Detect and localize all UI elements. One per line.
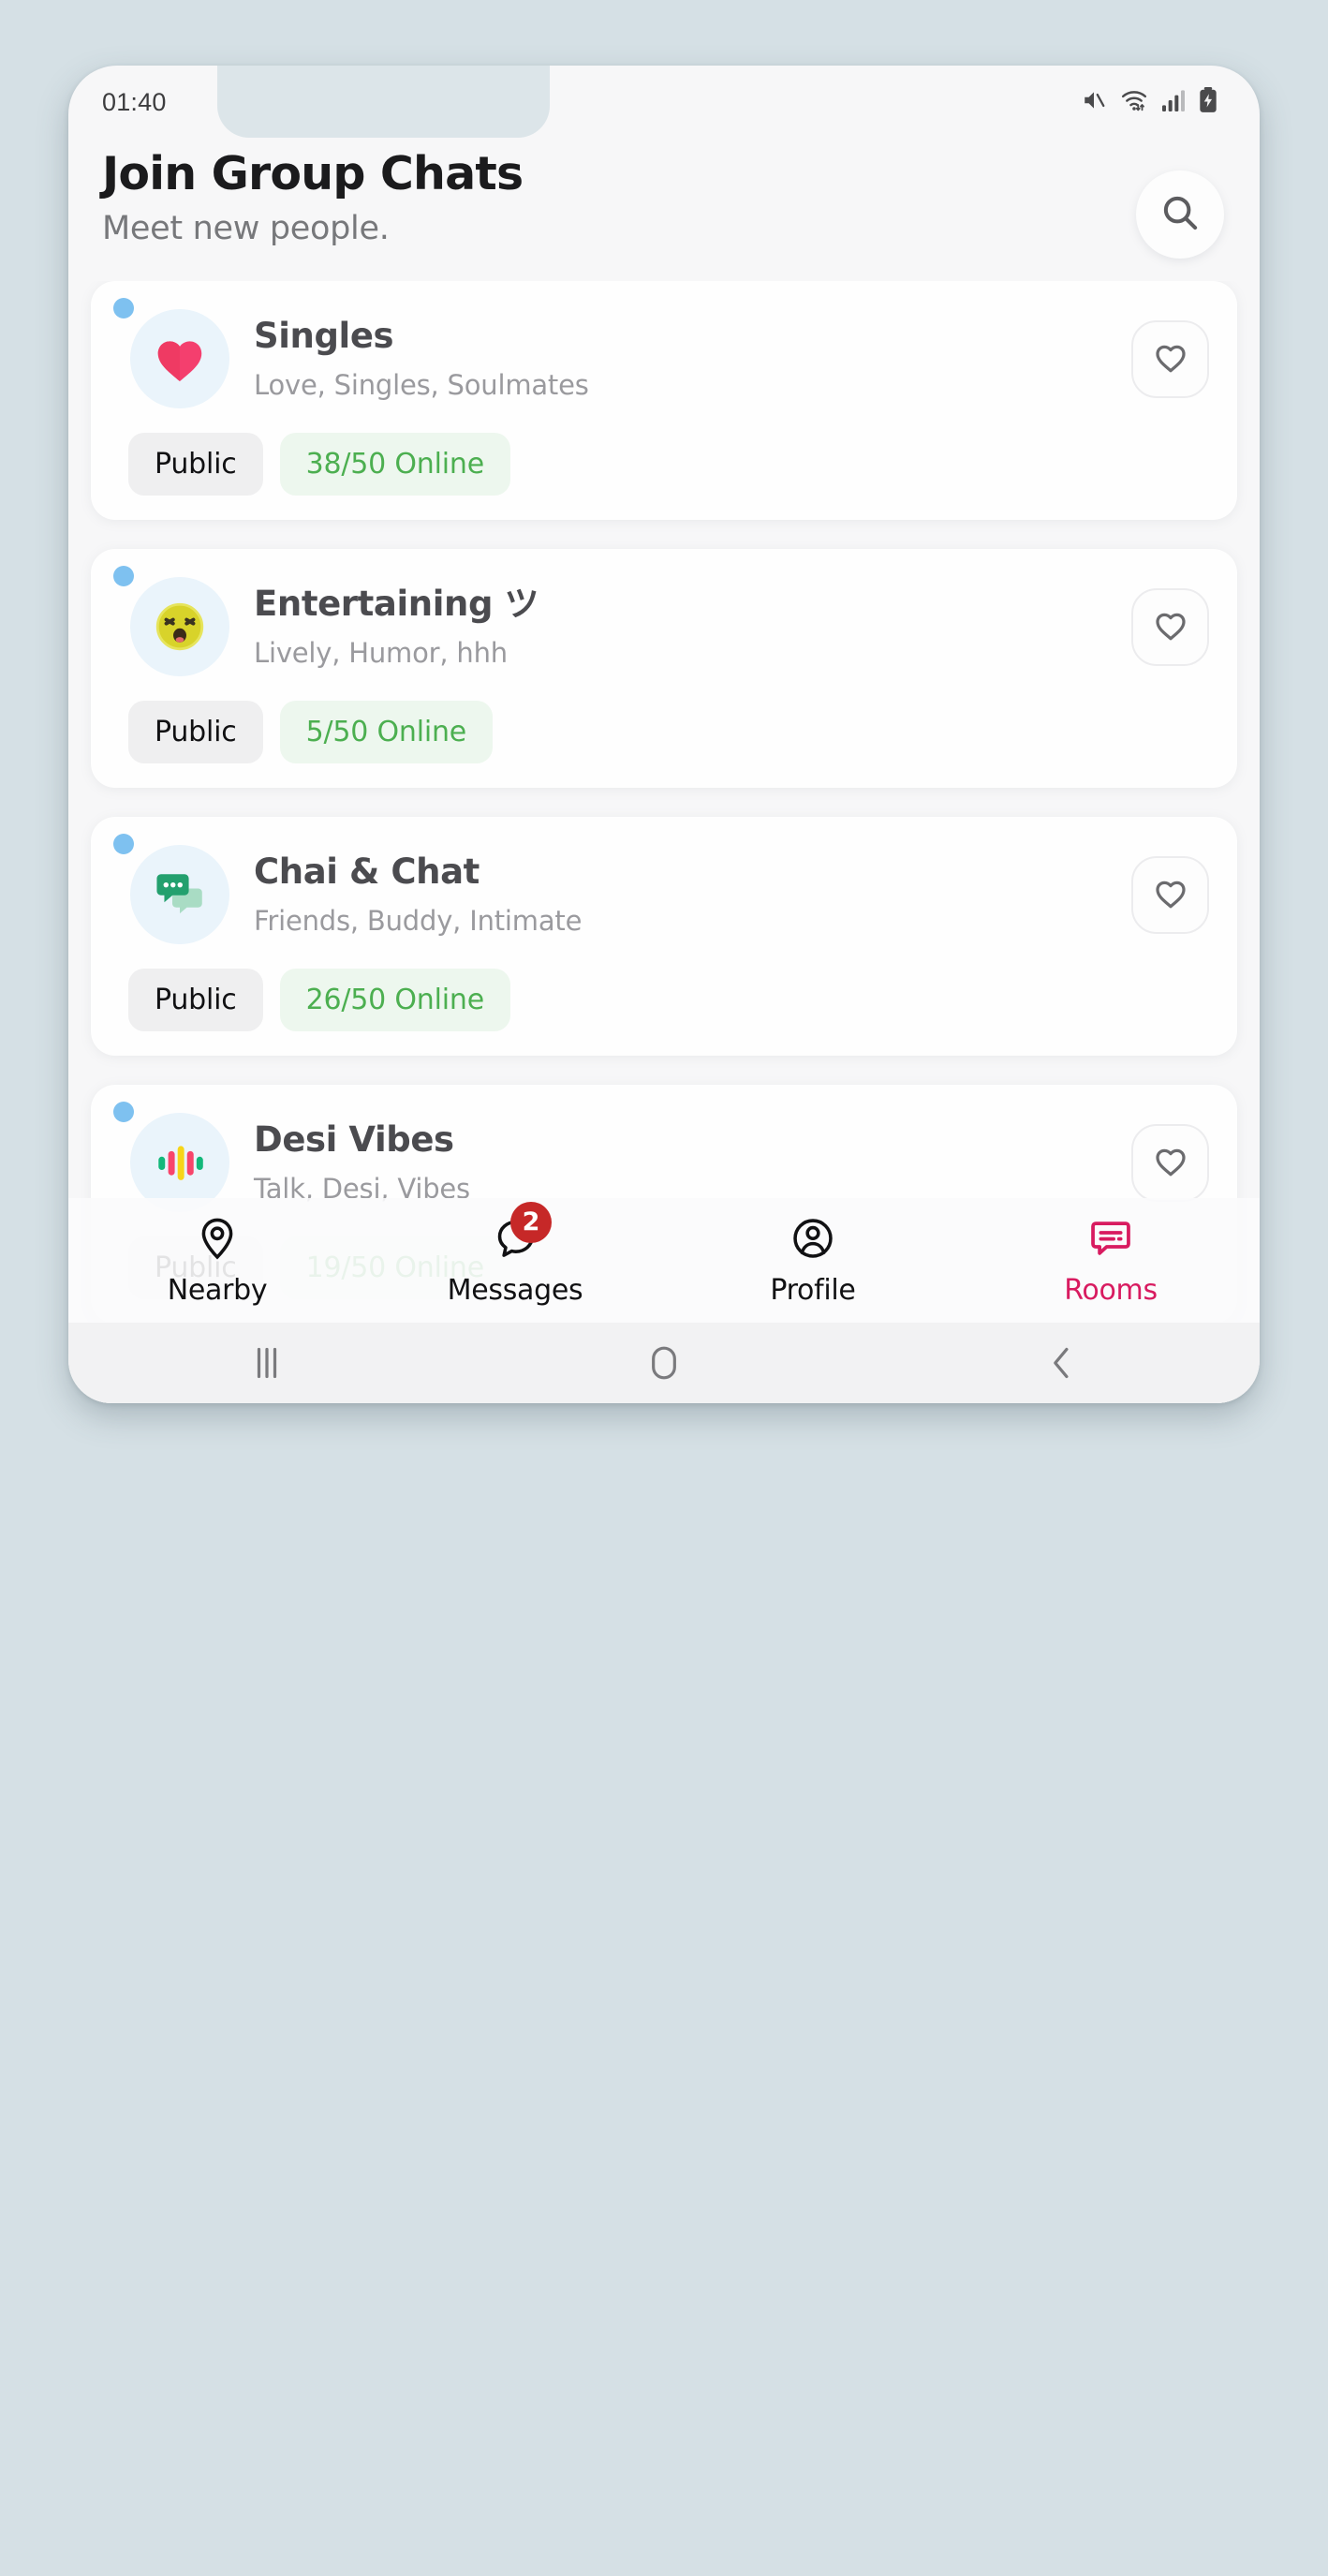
back-button[interactable]: [863, 1345, 1260, 1381]
privacy-chip: Public: [128, 969, 263, 1031]
online-dot: [113, 298, 134, 318]
favorite-button[interactable]: [1131, 319, 1209, 398]
recents-icon: [251, 1345, 283, 1381]
online-count-chip: 5/50 Online: [279, 701, 494, 763]
heart-outline-icon: [1151, 605, 1190, 648]
room-title: Desi Vibes: [254, 1118, 454, 1160]
page-subtitle: Meet new people.: [102, 209, 390, 247]
heart-emoji: [151, 330, 209, 388]
online-dot: [113, 566, 134, 586]
page-header: Join Group Chats Meet new people.: [68, 124, 1260, 274]
messages-badge: 2: [510, 1201, 552, 1243]
phone-screen: 01:40 Join Group Chats Meet new people. …: [68, 66, 1260, 1403]
mute-icon: [1080, 88, 1108, 112]
room-avatar: [130, 845, 229, 944]
room-tags: Love, Singles, Soulmates: [254, 369, 589, 402]
search-icon: [1158, 191, 1202, 238]
back-icon: [1046, 1345, 1076, 1381]
privacy-chip: Public: [128, 701, 263, 763]
home-icon: [648, 1344, 680, 1382]
room-info: Desi Vibes Talk, Desi, Vibes: [229, 1118, 1131, 1205]
heart-outline-icon: [1151, 337, 1190, 380]
room-card-top: Chai & Chat Friends, Buddy, Intimate: [115, 845, 1213, 944]
chat-bubble-icon: 2: [492, 1201, 552, 1264]
room-avatar: [130, 309, 229, 408]
battery-charging-icon: [1198, 87, 1218, 113]
favorite-button[interactable]: [1131, 587, 1209, 666]
location-pin-icon: [194, 1215, 241, 1264]
room-card-top: Singles Love, Singles, Soulmates: [115, 309, 1213, 408]
nav-label: Messages: [447, 1273, 583, 1307]
recents-button[interactable]: [68, 1345, 465, 1381]
bottom-navigation: Nearby 2 Messages Profile Rooms: [68, 1198, 1260, 1323]
room-title: Entertaining ツ: [254, 583, 539, 624]
signal-icon: [1160, 89, 1187, 111]
speech-bubbles-emoji: [151, 866, 209, 924]
online-count-chip: 38/50 Online: [279, 433, 510, 496]
nav-item-messages[interactable]: 2 Messages: [366, 1201, 664, 1307]
room-card[interactable]: Entertaining ツ Lively, Humor, hhh Public…: [91, 549, 1237, 788]
nav-label: Rooms: [1064, 1273, 1158, 1307]
heart-outline-icon: [1151, 873, 1190, 916]
room-avatar: [130, 577, 229, 676]
rooms-chat-icon: [1087, 1215, 1134, 1264]
person-icon: [789, 1215, 836, 1264]
nav-label: Nearby: [167, 1273, 268, 1307]
room-title: Singles: [254, 315, 394, 356]
room-info: Chai & Chat Friends, Buddy, Intimate: [229, 851, 1131, 938]
nav-label: Profile: [770, 1273, 856, 1307]
nav-item-rooms[interactable]: Rooms: [962, 1215, 1260, 1307]
search-button[interactable]: [1136, 170, 1224, 259]
room-chips: Public 26/50 Online: [115, 969, 1213, 1031]
room-tags: Lively, Humor, hhh: [254, 637, 508, 670]
room-card[interactable]: Chai & Chat Friends, Buddy, Intimate Pub…: [91, 817, 1237, 1056]
status-bar: 01:40: [68, 66, 1260, 124]
status-clock: 01:40: [102, 87, 167, 116]
room-chips: Public 5/50 Online: [115, 701, 1213, 763]
laughing-face-emoji: [151, 598, 209, 656]
system-navigation-bar: [68, 1323, 1260, 1403]
room-card-top: Entertaining ツ Lively, Humor, hhh: [115, 577, 1213, 676]
privacy-chip: Public: [128, 433, 263, 496]
online-dot: [113, 834, 134, 854]
page-title: Join Group Chats: [102, 147, 524, 200]
nav-item-profile[interactable]: Profile: [664, 1215, 962, 1307]
room-card[interactable]: Singles Love, Singles, Soulmates Public …: [91, 281, 1237, 520]
online-count-chip: 26/50 Online: [279, 969, 510, 1031]
header-text-block: Join Group Chats Meet new people.: [100, 147, 524, 247]
room-title: Chai & Chat: [254, 851, 480, 892]
room-chips: Public 38/50 Online: [115, 433, 1213, 496]
online-dot: [113, 1102, 134, 1122]
home-button[interactable]: [465, 1344, 863, 1382]
sound-wave-emoji: [151, 1133, 209, 1192]
room-info: Entertaining ツ Lively, Humor, hhh: [229, 583, 1131, 670]
room-tags: Friends, Buddy, Intimate: [254, 905, 583, 938]
favorite-button[interactable]: [1131, 855, 1209, 934]
wifi-icon: [1119, 88, 1149, 112]
room-info: Singles Love, Singles, Soulmates: [229, 315, 1131, 402]
status-icon-group: [1080, 87, 1218, 113]
favorite-button[interactable]: [1131, 1123, 1209, 1202]
heart-outline-icon: [1151, 1141, 1190, 1184]
nav-item-nearby[interactable]: Nearby: [68, 1215, 366, 1307]
